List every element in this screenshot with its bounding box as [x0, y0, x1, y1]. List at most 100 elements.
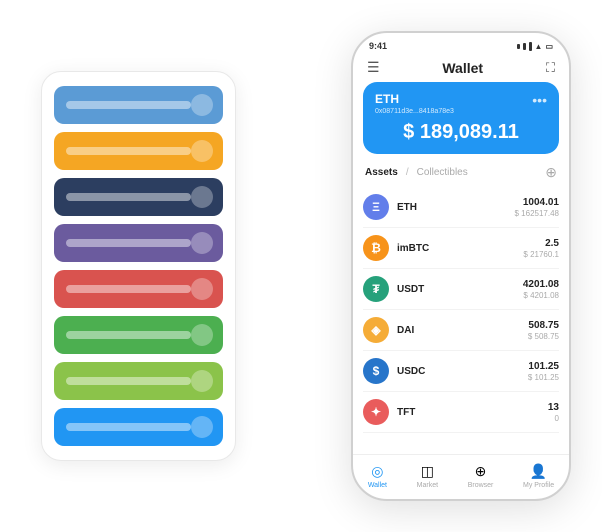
strip-label: [66, 193, 191, 201]
asset-amount: 2.5: [523, 238, 559, 249]
signal-bar-3: [529, 42, 532, 51]
menu-icon[interactable]: ☰: [367, 59, 380, 76]
nav-item-wallet[interactable]: ◎ Wallet: [368, 463, 387, 489]
nav-icon-my-profile: 👤: [530, 463, 547, 480]
eth-card-address: 0x08711d3e...8418a78e3: [375, 108, 454, 115]
asset-logo-eth: Ξ: [363, 194, 389, 220]
strip-icon: [191, 370, 213, 392]
page-title: Wallet: [442, 60, 483, 76]
nav-label-market: Market: [417, 482, 438, 489]
asset-logo-usdt: ₮: [363, 276, 389, 302]
eth-card-symbol: ETH: [375, 92, 454, 106]
asset-amount: 1004.01: [515, 197, 560, 208]
wallet-strip[interactable]: [54, 178, 223, 216]
wallet-strip[interactable]: [54, 132, 223, 170]
asset-right: 2.5$ 21760.1: [523, 238, 559, 259]
asset-row[interactable]: Ξ ETH 1004.01$ 162517.48: [363, 187, 559, 228]
asset-row[interactable]: $ USDC 101.25$ 101.25: [363, 351, 559, 392]
asset-usd: 0: [548, 414, 559, 423]
asset-left: ◈DAI: [363, 317, 414, 343]
phone-frame: 9:41 ▲ ▭ ☰ Wallet ⛶ ETH 0x08711d3e...841…: [351, 31, 571, 501]
wallet-strip[interactable]: [54, 316, 223, 354]
strip-icon: [191, 324, 213, 346]
asset-name: ETH: [397, 202, 417, 213]
signal-bar-1: [517, 44, 520, 49]
nav-label-browser: Browser: [468, 482, 494, 489]
asset-name: imBTC: [397, 243, 429, 254]
bottom-nav: ◎ Wallet ◫ Market ⊕ Browser 👤 My Profile: [353, 454, 569, 499]
wallet-strip[interactable]: [54, 270, 223, 308]
asset-right: 101.25$ 101.25: [528, 361, 559, 382]
nav-item-my-profile[interactable]: 👤 My Profile: [523, 463, 554, 489]
wifi-icon: ▲: [535, 42, 543, 51]
eth-card-balance: $ 189,089.11: [375, 121, 547, 144]
asset-right: 508.75$ 508.75: [528, 320, 559, 341]
asset-list: Ξ ETH 1004.01$ 162517.48 ₿ imBTC 2.5$ 21760.1…: [353, 187, 569, 454]
nav-item-market[interactable]: ◫ Market: [417, 463, 438, 489]
asset-left: $ USDC: [363, 358, 425, 384]
tab-separator: /: [406, 167, 409, 178]
nav-item-browser[interactable]: ⊕ Browser: [468, 463, 494, 489]
status-time: 9:41: [369, 41, 387, 51]
status-bar: 9:41 ▲ ▭: [353, 33, 569, 55]
add-asset-icon[interactable]: ⊕: [545, 164, 557, 181]
eth-card-top: ETH 0x08711d3e...8418a78e3 •••: [375, 92, 547, 115]
battery-icon: ▭: [545, 42, 553, 51]
strip-icon: [191, 232, 213, 254]
asset-row[interactable]: ✦ TFT 130: [363, 392, 559, 433]
nav-icon-wallet: ◎: [371, 463, 383, 480]
asset-left: ✦ TFT: [363, 399, 415, 425]
asset-usd: $ 21760.1: [523, 250, 559, 259]
eth-card-more-icon[interactable]: •••: [532, 92, 547, 108]
strip-label: [66, 285, 191, 293]
strip-icon: [191, 94, 213, 116]
strip-label: [66, 101, 191, 109]
asset-row[interactable]: ₿ imBTC 2.5$ 21760.1: [363, 228, 559, 269]
asset-left: ₮USDT: [363, 276, 424, 302]
asset-left: Ξ ETH: [363, 194, 417, 220]
strip-label: [66, 331, 191, 339]
strip-icon: [191, 278, 213, 300]
asset-amount: 101.25: [528, 361, 559, 372]
asset-right: 1004.01$ 162517.48: [515, 197, 560, 218]
strip-label: [66, 239, 191, 247]
asset-right: 130: [548, 402, 559, 423]
asset-logo-tft: ✦: [363, 399, 389, 425]
asset-name: TFT: [397, 407, 415, 418]
wallet-strip[interactable]: [54, 362, 223, 400]
strip-icon: [191, 186, 213, 208]
asset-logo-dai: ◈: [363, 317, 389, 343]
asset-amount: 508.75: [528, 320, 559, 331]
expand-icon[interactable]: ⛶: [546, 60, 555, 76]
wallet-strip[interactable]: [54, 224, 223, 262]
asset-row[interactable]: ◈DAI 508.75$ 508.75: [363, 310, 559, 351]
eth-card[interactable]: ETH 0x08711d3e...8418a78e3 ••• $ 189,089…: [363, 82, 559, 154]
eth-card-info: ETH 0x08711d3e...8418a78e3: [375, 92, 454, 115]
asset-usd: $ 4201.08: [523, 291, 559, 300]
nav-label-wallet: Wallet: [368, 482, 387, 489]
tab-assets[interactable]: Assets: [365, 167, 398, 178]
asset-row[interactable]: ₮USDT 4201.08$ 4201.08: [363, 269, 559, 310]
signal-bar-2: [523, 43, 526, 50]
asset-usd: $ 101.25: [528, 373, 559, 382]
asset-usd: $ 162517.48: [515, 209, 560, 218]
strip-label: [66, 423, 191, 431]
asset-logo-imbtc: ₿: [363, 235, 389, 261]
strip-label: [66, 147, 191, 155]
asset-name: USDC: [397, 366, 425, 377]
wallet-strip[interactable]: [54, 408, 223, 446]
background-card: [41, 71, 236, 461]
status-icons: ▲ ▭: [517, 42, 553, 51]
wallet-strip[interactable]: [54, 86, 223, 124]
strip-icon: [191, 416, 213, 438]
assets-header: Assets / Collectibles ⊕: [353, 164, 569, 187]
app-header: ☰ Wallet ⛶: [353, 55, 569, 82]
tab-collectibles[interactable]: Collectibles: [417, 167, 468, 178]
nav-icon-market: ◫: [421, 463, 434, 480]
nav-icon-browser: ⊕: [475, 463, 487, 480]
asset-logo-usdc: $: [363, 358, 389, 384]
assets-tabs: Assets / Collectibles: [365, 167, 468, 178]
strip-label: [66, 377, 191, 385]
nav-label-my-profile: My Profile: [523, 482, 554, 489]
asset-amount: 4201.08: [523, 279, 559, 290]
